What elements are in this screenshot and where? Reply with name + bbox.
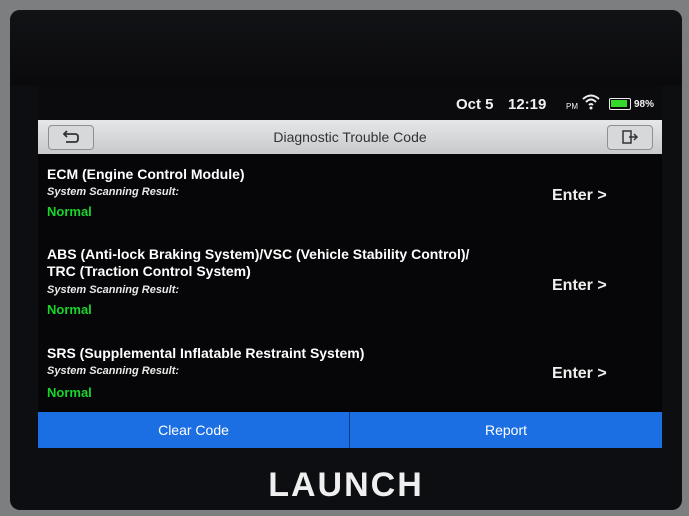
clear-code-button[interactable]: Clear Code <box>38 412 349 448</box>
device-bezel <box>10 10 682 86</box>
scan-result-label: System Scanning Result: <box>47 365 180 377</box>
scan-result-label: System Scanning Result: <box>47 186 180 198</box>
enter-button[interactable]: Enter > <box>552 277 607 295</box>
enter-button[interactable]: Enter > <box>552 365 607 383</box>
action-bar: Clear Code Report <box>38 412 662 448</box>
module-name: ABS (Anti-lock Braking System)/VSC (Vehi… <box>47 246 470 262</box>
report-button[interactable]: Report <box>350 412 662 448</box>
scan-result-value: Normal <box>47 385 92 400</box>
status-bar: Oct 5 12:19 PM 98% <box>38 86 662 120</box>
exit-icon <box>622 130 639 144</box>
exit-button[interactable] <box>607 125 653 150</box>
scan-tool-device: Oct 5 12:19 PM 98% Diagnostic Trouble Co… <box>10 10 682 510</box>
enter-button[interactable]: Enter > <box>552 187 607 205</box>
wifi-icon <box>582 94 600 110</box>
scan-result-label: System Scanning Result: <box>47 284 180 296</box>
module-name: SRS (Supplemental Inflatable Restraint S… <box>47 345 365 361</box>
brand-logo: LAUNCH <box>268 466 424 504</box>
module-name: ECM (Engine Control Module) <box>47 166 245 182</box>
screen: Oct 5 12:19 PM 98% Diagnostic Trouble Co… <box>38 86 662 448</box>
page-title: Diagnostic Trouble Code <box>273 129 427 145</box>
scan-result-value: Normal <box>47 302 92 317</box>
module-name-line2: TRC (Traction Control System) <box>47 263 251 279</box>
battery-icon <box>609 98 631 110</box>
status-time: 12:19 <box>508 96 547 113</box>
status-ampm: PM <box>566 102 578 111</box>
status-date: Oct 5 <box>456 96 494 113</box>
scan-result-value: Normal <box>47 204 92 219</box>
battery-level: 98% <box>634 99 655 110</box>
title-bar: Diagnostic Trouble Code <box>38 120 662 154</box>
